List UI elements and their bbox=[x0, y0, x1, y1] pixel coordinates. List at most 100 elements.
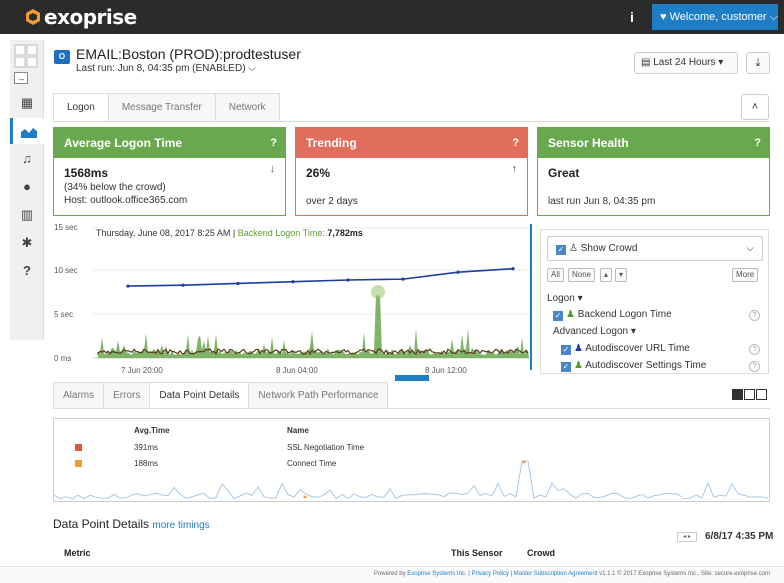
logon-time-chart[interactable] bbox=[53, 222, 533, 372]
section-title: Data Point Details bbox=[53, 517, 150, 531]
help-icon[interactable]: ? bbox=[10, 258, 44, 284]
company-link[interactable]: Exoprise Systems Inc. bbox=[407, 571, 466, 577]
legend-item-backend[interactable]: ✓ ♟ Backend Logon Time bbox=[553, 309, 672, 321]
crowd-point bbox=[126, 284, 130, 288]
crowd-line bbox=[127, 267, 514, 287]
time-range-dropdown[interactable]: ▤ Last 24 Hours ▾ bbox=[634, 52, 738, 74]
data-point-sparkline bbox=[54, 460, 769, 500]
sensor-health-card: Sensor Health? Great last run Jun 8, 04:… bbox=[537, 127, 770, 216]
checkbox[interactable]: ✓ bbox=[561, 345, 571, 355]
legend-label: Autodiscover URL Time bbox=[585, 343, 690, 354]
crowd-point bbox=[511, 267, 515, 271]
checkbox[interactable]: ✓ bbox=[561, 362, 571, 372]
crowd-point bbox=[456, 270, 460, 274]
trend-period: over 2 days bbox=[306, 196, 358, 207]
more-timings-link[interactable]: more timings bbox=[152, 520, 209, 531]
more-button[interactable]: More bbox=[732, 268, 759, 282]
crowd-comparison: (34% below the crowd) bbox=[64, 182, 166, 193]
exoprise-logo-icon bbox=[26, 9, 40, 25]
backend-logon-series bbox=[97, 294, 529, 358]
user-menu-button[interactable]: ♥ Welcome, customer ⌵ bbox=[652, 4, 778, 30]
tab-errors[interactable]: Errors bbox=[103, 382, 151, 408]
backend-logon-area bbox=[98, 294, 529, 358]
bank-icon[interactable]: ▥ bbox=[10, 202, 44, 228]
data-point-details-title: Data Point Details more timings bbox=[53, 517, 210, 531]
last-run-status[interactable]: Last run: Jun 8, 04:35 pm (ENABLED) ⌵ bbox=[76, 63, 256, 74]
select-all-button[interactable]: All bbox=[547, 268, 564, 282]
card-title: Trending bbox=[306, 136, 357, 150]
metric-tabs: Logon Message Transfer Network bbox=[53, 93, 280, 121]
help-icon[interactable]: ? bbox=[749, 344, 760, 355]
show-crowd-dropdown[interactable]: ✓ ♙ Show Crowd ⌵ bbox=[547, 236, 763, 261]
chart-icon[interactable] bbox=[10, 118, 44, 144]
bell-icon[interactable]: ♫ bbox=[10, 146, 44, 172]
this-sensor-column-header: This Sensor bbox=[451, 548, 503, 558]
tab-message-transfer[interactable]: Message Transfer bbox=[107, 93, 216, 121]
time-nav-arrows[interactable]: ◂ ▸ bbox=[677, 532, 697, 542]
collapse-panel-button[interactable]: ˄ bbox=[741, 94, 769, 120]
health-value: Great bbox=[548, 166, 580, 180]
chart-scrollbar[interactable] bbox=[395, 375, 429, 381]
checkbox[interactable]: ✓ bbox=[556, 245, 566, 255]
time-range-label: Last 24 Hours ▾ bbox=[653, 57, 724, 68]
card-title: Average Logon Time bbox=[64, 136, 183, 150]
move-down-button[interactable]: ▾ bbox=[615, 268, 628, 282]
legend-label: Backend Logon Time bbox=[577, 309, 672, 320]
y-tick-label: 5 sec bbox=[54, 310, 74, 319]
info-icon[interactable]: i bbox=[620, 5, 644, 29]
gear-icon[interactable]: ✱ bbox=[10, 230, 44, 256]
download-icon[interactable]: ⤓ bbox=[746, 52, 770, 74]
x-tick-label: 8 Jun 04:00 bbox=[276, 366, 318, 375]
tab-alarms[interactable]: Alarms bbox=[53, 382, 105, 408]
checkbox[interactable]: ✓ bbox=[553, 311, 563, 321]
help-icon[interactable]: ? bbox=[754, 128, 761, 158]
selected-time: 6/8/17 4:35 PM bbox=[705, 531, 774, 542]
data-point-panel: Avg.Time Name 391ms SSL Negotiation Time… bbox=[53, 418, 770, 502]
name-header: Name bbox=[287, 426, 309, 435]
expand-sidebar-icon[interactable]: → bbox=[14, 72, 28, 84]
y-tick-label: 15 sec bbox=[54, 223, 78, 232]
map-pin-icon[interactable]: ● bbox=[10, 174, 44, 200]
version-text: v1.1.1 © 2017 Exoprise Systems Inc., Sit… bbox=[599, 571, 770, 577]
crowd-point bbox=[236, 281, 240, 286]
help-icon[interactable]: ? bbox=[749, 310, 760, 321]
logon-group-toggle[interactable]: Logon ▾ bbox=[547, 293, 583, 304]
highlight-point bbox=[371, 285, 385, 299]
y-tick-label: 10 sec bbox=[54, 266, 78, 275]
tooltip-metric: Backend Logon Time: bbox=[237, 228, 325, 238]
tooltip-value: 7,782ms bbox=[327, 228, 363, 238]
trend-value: 26% bbox=[306, 166, 331, 180]
x-tick-label: 8 Jun 12:00 bbox=[425, 366, 467, 375]
logo[interactable]: exoprise bbox=[24, 5, 137, 29]
avg-time-header: Avg.Time bbox=[134, 426, 170, 435]
legend-label: Autodiscover Settings Time bbox=[585, 360, 707, 371]
tab-network-path-performance[interactable]: Network Path Performance bbox=[248, 382, 389, 408]
host-label: Host: outlook.office365.com bbox=[64, 195, 188, 206]
tooltip-date: Thursday, June 08, 2017 8:25 AM bbox=[96, 228, 231, 238]
help-icon[interactable]: ? bbox=[749, 361, 760, 372]
legend-item-autodiscover-settings[interactable]: ✓ ♟ Autodiscover Settings Time bbox=[561, 360, 706, 372]
tabs-divider bbox=[53, 121, 770, 122]
average-logon-card: Average Logon Time? 1568ms (34% below th… bbox=[53, 127, 286, 216]
msa-link[interactable]: Master Subscription Agreement bbox=[514, 571, 598, 577]
select-none-button[interactable]: None bbox=[568, 268, 596, 282]
move-up-button[interactable]: ▴ bbox=[600, 268, 613, 282]
privacy-link[interactable]: Privacy Policy bbox=[472, 571, 509, 577]
arrow-down-icon: ↓ bbox=[269, 163, 276, 175]
logon-time-value: 1568ms bbox=[64, 166, 109, 180]
x-tick-label: 7 Jun 20:00 bbox=[121, 366, 163, 375]
help-icon[interactable]: ? bbox=[512, 128, 519, 158]
metric-column-header: Metric bbox=[64, 548, 91, 558]
tabs-divider bbox=[53, 408, 770, 409]
tab-network[interactable]: Network bbox=[214, 93, 280, 121]
legend-item-autodiscover-url[interactable]: ✓ ♟ Autodiscover URL Time bbox=[561, 343, 690, 355]
sensor-grid-icon[interactable] bbox=[14, 44, 38, 68]
dashboard-icon[interactable]: ▦ bbox=[10, 90, 44, 116]
tab-data-point-details[interactable]: Data Point Details bbox=[149, 382, 250, 408]
layout-toggle-icon[interactable] bbox=[732, 389, 770, 400]
help-icon[interactable]: ? bbox=[270, 128, 277, 158]
advanced-logon-toggle[interactable]: Advanced Logon ▾ bbox=[553, 326, 636, 337]
tab-logon[interactable]: Logon bbox=[53, 93, 109, 121]
y-tick-label: 0 ms bbox=[54, 354, 72, 363]
sidebar: → ▦ ♫ ● ▥ ✱ ? bbox=[10, 40, 44, 340]
